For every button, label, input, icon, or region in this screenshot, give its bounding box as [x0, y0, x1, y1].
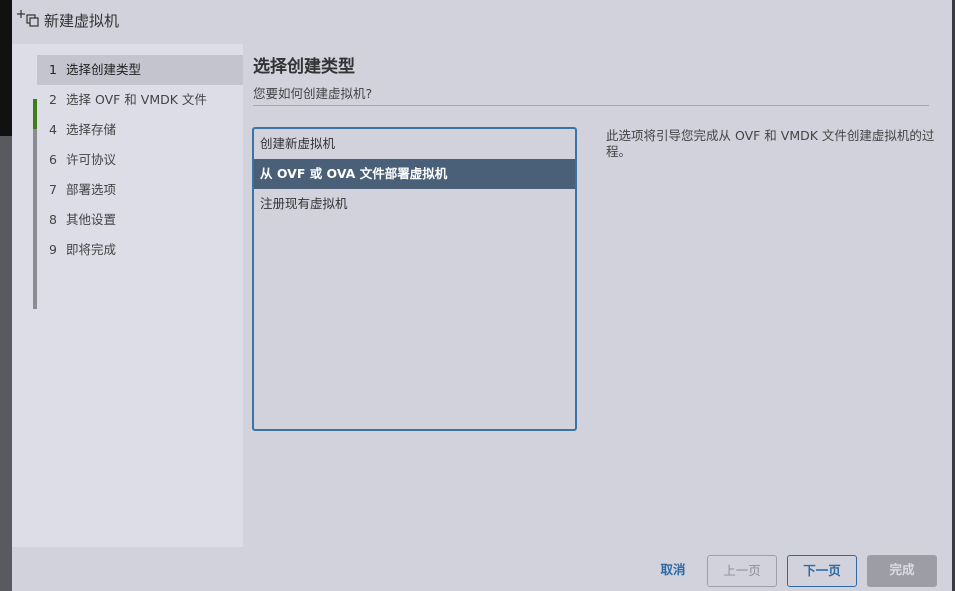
step-number: 9 — [49, 242, 57, 257]
step-select-storage[interactable]: 4 选择存储 — [37, 115, 243, 145]
wizard-steps-sidebar: 1 选择创建类型 2 选择 OVF 和 VMDK 文件 4 选择存储 6 许可协议 7部… — [12, 44, 243, 547]
step-select-ovf-vmdk[interactable]: 2 选择 OVF 和 VMDK 文件 — [37, 85, 243, 115]
step-label: 许可协议 — [66, 152, 117, 167]
step-deployment-options[interactable]: 7 部署选项 — [37, 175, 243, 205]
step-ready-to-complete[interactable]: 9 即将完成 — [37, 235, 243, 265]
option-register-existing-vm[interactable]: 注册现有虚拟机 — [254, 189, 575, 219]
step-label: 部署选项 — [66, 182, 117, 197]
step-label: 即将完成 — [66, 242, 117, 257]
step-number: 6 — [49, 152, 57, 167]
option-create-new-vm[interactable]: 创建新虚拟机 — [254, 129, 575, 159]
option-label: 创建新虚拟机 — [260, 136, 336, 151]
new-vm-dialog: 新建虚拟机 1 选择创建类型 2 选择 OVF 和 VMDK 文件 4 选择存储 6许… — [12, 0, 952, 591]
creation-type-list[interactable]: 创建新虚拟机 从 OVF 或 OVA 文件部署虚拟机 注册现有虚拟机 — [252, 127, 577, 431]
step-number: 1 — [49, 62, 57, 77]
step-number: 2 — [49, 92, 57, 107]
option-deploy-from-ovf[interactable]: 从 OVF 或 OVA 文件部署虚拟机 — [254, 159, 575, 189]
step-number: 8 — [49, 212, 57, 227]
finish-button[interactable]: 完成 — [867, 555, 937, 587]
step-label: 选择创建类型 — [66, 62, 142, 77]
page-title: 选择创建类型 — [253, 57, 355, 77]
step-license-agreement[interactable]: 6 许可协议 — [37, 145, 243, 175]
dialog-footer: 取消 上一页 下一页 完成 — [12, 547, 952, 591]
option-label: 注册现有虚拟机 — [260, 196, 348, 211]
new-vm-icon — [17, 8, 39, 28]
step-label: 选择 OVF 和 VMDK 文件 — [66, 92, 207, 107]
step-label: 选择存储 — [66, 122, 117, 137]
next-page-button[interactable]: 下一页 — [787, 555, 857, 587]
step-label: 其他设置 — [66, 212, 117, 227]
step-select-creation-type[interactable]: 1 选择创建类型 — [37, 55, 243, 85]
title-divider — [253, 105, 929, 106]
dialog-titlebar: 新建虚拟机 — [12, 0, 952, 44]
page-subtitle: 您要如何创建虚拟机? — [253, 86, 373, 101]
cancel-button[interactable]: 取消 — [638, 555, 708, 587]
previous-page-button[interactable]: 上一页 — [707, 555, 777, 587]
option-label: 从 OVF 或 OVA 文件部署虚拟机 — [260, 166, 448, 181]
option-description: 此选项将引导您完成从 OVF 和 VMDK 文件创建虚拟机的过程。 — [606, 128, 935, 159]
dialog-title: 新建虚拟机 — [44, 12, 120, 30]
step-number: 4 — [49, 122, 57, 137]
step-additional-settings[interactable]: 8 其他设置 — [37, 205, 243, 235]
step-number: 7 — [49, 182, 57, 197]
